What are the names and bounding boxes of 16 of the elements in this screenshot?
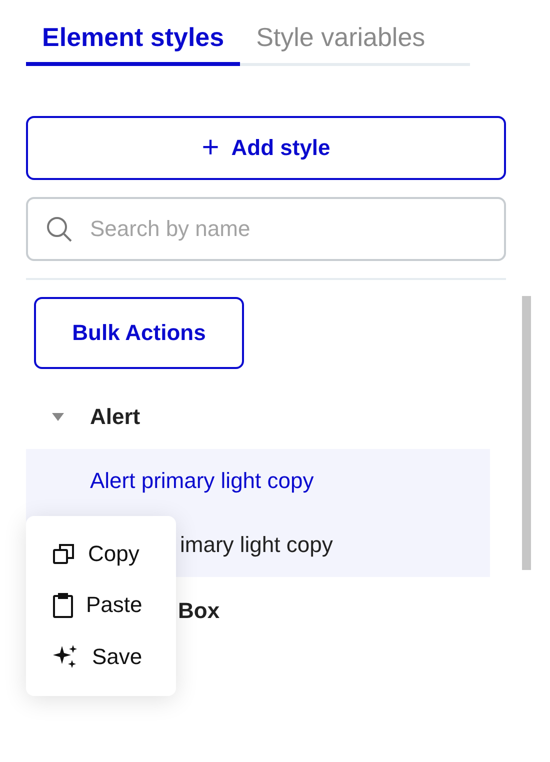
menu-item[interactable]: Save bbox=[52, 643, 176, 671]
bulk-actions-button[interactable]: Bulk Actions bbox=[34, 297, 244, 369]
add-style-button[interactable]: + Add style bbox=[26, 116, 506, 180]
tab[interactable]: Element styles bbox=[26, 22, 240, 66]
group-label[interactable]: Alert bbox=[90, 404, 140, 430]
group-label[interactable]: Box bbox=[178, 598, 220, 624]
style-item[interactable]: Alert primary light copy bbox=[26, 449, 490, 513]
search-field[interactable]: Search by name bbox=[26, 197, 506, 261]
expand-caret-icon[interactable] bbox=[51, 412, 65, 422]
copy-icon bbox=[52, 542, 76, 566]
menu-item[interactable]: Copy bbox=[52, 541, 176, 567]
scrollbar[interactable] bbox=[522, 296, 531, 570]
search-icon bbox=[46, 216, 72, 242]
plus-icon: + bbox=[202, 133, 220, 163]
menu-item[interactable]: Paste bbox=[52, 592, 176, 618]
clipboard-icon bbox=[52, 592, 74, 618]
